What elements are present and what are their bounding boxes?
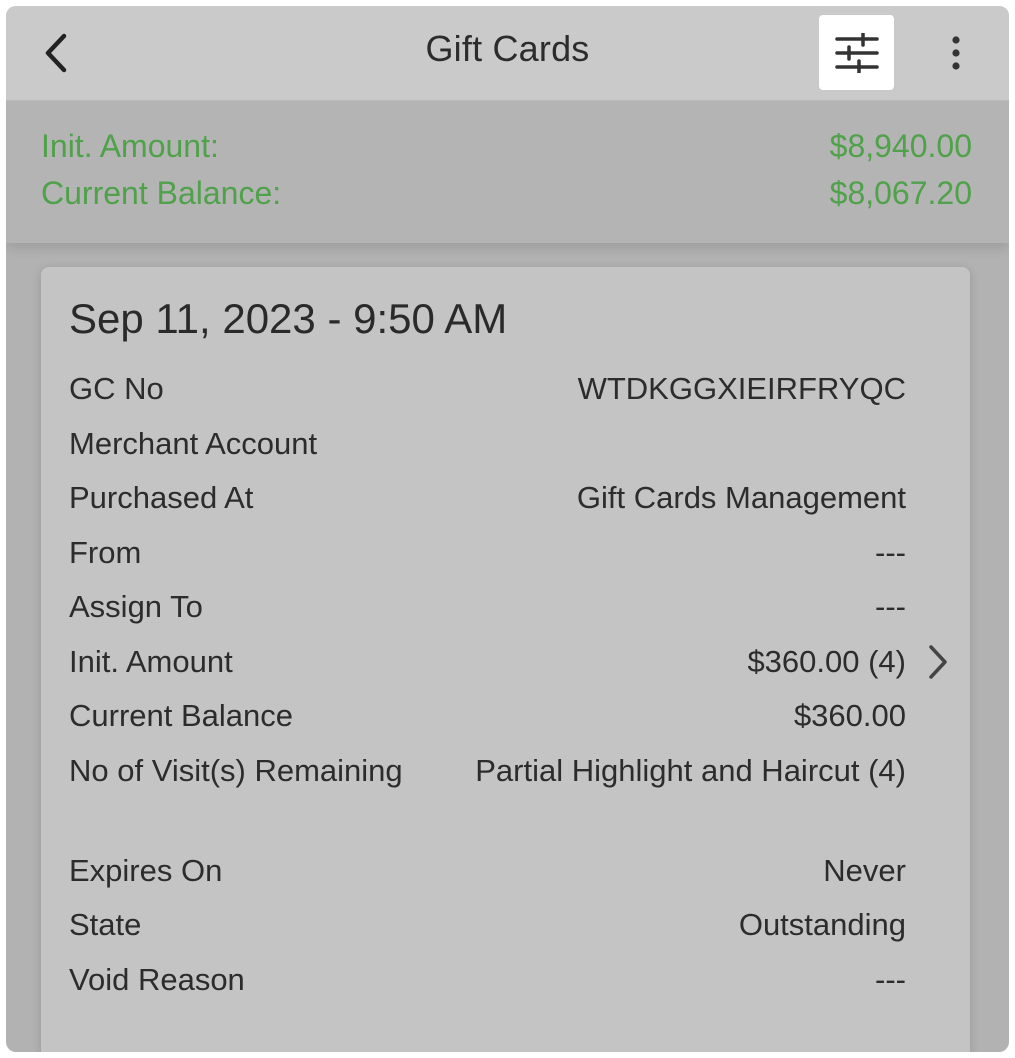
top-app-bar: Gift Cards [6,6,1009,101]
more-vertical-icon [952,36,960,70]
summary-current-balance-value: $8,067.20 [829,175,972,211]
row-label: Init. Amount [69,644,233,679]
summary-current-balance: Current Balance: $8,067.20 [41,175,972,219]
row-label: Purchased At [69,480,254,515]
app-screen: Gift Cards Init. Amount: $8,940.00 Curre… [6,6,1009,1052]
sliders-icon [835,33,879,73]
row-value: --- [875,535,906,570]
row-label: GC No [69,371,164,406]
row-label: State [69,907,142,942]
row-label: Current Balance [69,698,294,733]
summary-current-balance-label: Current Balance: [41,175,282,211]
row-label: Expires On [69,853,223,888]
row-label: Assign To [69,589,203,624]
row-value: --- [875,589,906,624]
more-options-button[interactable] [938,32,974,76]
row-label: Merchant Account [69,426,318,461]
summary-init-amount: Init. Amount: $8,940.00 [41,128,972,172]
filter-button[interactable] [819,15,894,90]
row-label: No of Visit(s) Remaining [69,753,403,788]
row-value: --- [875,962,906,997]
card-date: Sep 11, 2023 - 9:50 AM [69,295,508,342]
row-value: Outstanding [738,907,906,942]
row-value: $360.00 [793,698,906,733]
row-value: WTDKGGXIEIRFRYQC [577,371,906,406]
row-label: From [69,535,142,570]
chevron-right-icon[interactable] [926,642,950,682]
row-value: Never [823,853,906,888]
row-value: Partial Highlight and Haircut (4) [475,753,906,788]
summary-init-amount-label: Init. Amount: [41,128,219,164]
row-value: Gift Cards Management [576,480,906,515]
gift-card-summary: Init. Amount: $8,940.00 Current Balance:… [6,101,1009,243]
gift-card-detail-card[interactable]: Sep 11, 2023 - 9:50 AM GC No WTDKGGXIEIR… [41,267,970,1052]
summary-init-amount-value: $8,940.00 [829,128,972,164]
row-label: Void Reason [69,962,245,997]
row-value: $360.00 (4) [747,644,906,679]
